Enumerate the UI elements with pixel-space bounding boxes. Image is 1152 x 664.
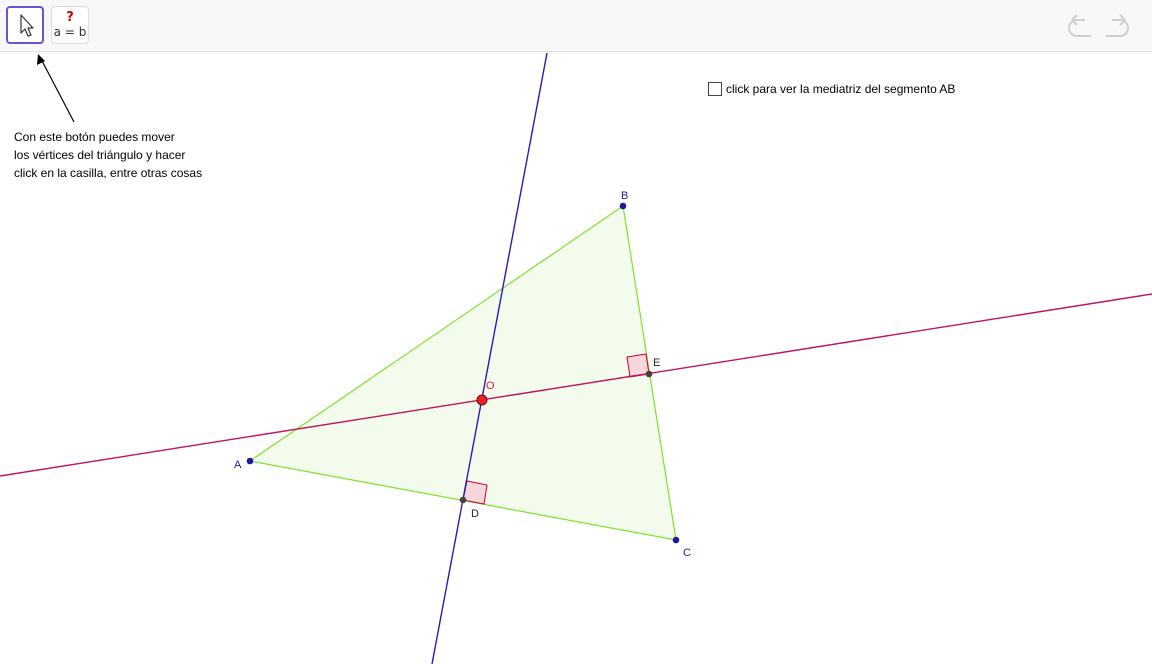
triangle-fill bbox=[250, 206, 676, 540]
help-text-line: los vértices del triángulo y hacer bbox=[14, 148, 186, 162]
redo-icon[interactable] bbox=[1102, 12, 1132, 40]
checkbox-label: click para ver la mediatriz del segmento… bbox=[726, 82, 956, 96]
point-O[interactable] bbox=[476, 394, 488, 406]
undo-icon[interactable] bbox=[1065, 12, 1095, 40]
relation-tool-button[interactable]: ? a = b bbox=[51, 6, 89, 44]
help-text-line: click en la casilla, entre otras cosas bbox=[14, 166, 203, 180]
point-C[interactable] bbox=[672, 536, 680, 544]
move-tool-button[interactable] bbox=[6, 6, 44, 44]
help-text-line: Con este botón puedes mover bbox=[14, 130, 175, 144]
toolbar: ? a = b bbox=[0, 0, 1152, 52]
point-A[interactable] bbox=[246, 457, 254, 465]
mediatrix-checkbox[interactable]: click para ver la mediatriz del segmento… bbox=[708, 81, 955, 97]
label-O: O bbox=[486, 380, 495, 392]
label-B: B bbox=[621, 190, 629, 202]
point-D bbox=[459, 496, 467, 504]
label-D: D bbox=[471, 508, 479, 520]
checkbox-box[interactable] bbox=[708, 82, 722, 96]
label-E: E bbox=[653, 357, 661, 369]
cursor-arrow-icon bbox=[20, 14, 34, 37]
point-B[interactable] bbox=[619, 202, 627, 210]
a-equals-b-label: a = b bbox=[53, 25, 87, 39]
point-E bbox=[645, 370, 653, 378]
pointer-arrow bbox=[39, 56, 75, 123]
right-angle-marker-D bbox=[462, 480, 488, 505]
question-mark-icon: ? bbox=[66, 10, 74, 25]
label-A: A bbox=[234, 459, 242, 471]
help-text: Con este botón puedes mover los vértices… bbox=[14, 128, 202, 182]
label-C: C bbox=[683, 547, 691, 559]
